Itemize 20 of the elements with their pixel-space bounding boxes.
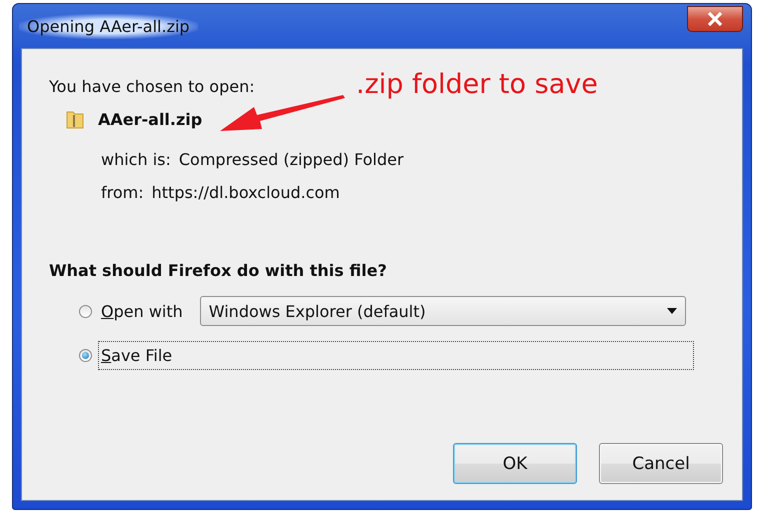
option-label[interactable]: Open with [98,296,186,326]
type-label: which is: [101,150,171,170]
ok-button[interactable]: OK [453,443,577,484]
dropdown-caret-icon [666,308,677,314]
file-name: AAer-all.zip [98,110,202,128]
program-dropdown[interactable]: Windows Explorer (default) [200,296,686,326]
close-button[interactable] [687,6,743,32]
zip-folder-icon [66,109,84,129]
close-icon [707,12,723,26]
annotation-text: .zip folder to save [356,69,598,100]
window-title: Opening AAer-all.zip [19,14,198,38]
source-url: https://dl.boxcloud.com [152,183,340,203]
question-text: What should Firefox do with this file? [49,261,388,280]
cancel-button[interactable]: Cancel [599,443,723,484]
radio-button[interactable] [79,348,92,362]
source-label: from: [101,183,144,203]
intro-text: You have chosen to open: [49,77,255,97]
option-label[interactable]: Save File [98,340,694,370]
file-type: Compressed (zipped) Folder [178,150,404,170]
radio-button[interactable] [79,304,92,318]
